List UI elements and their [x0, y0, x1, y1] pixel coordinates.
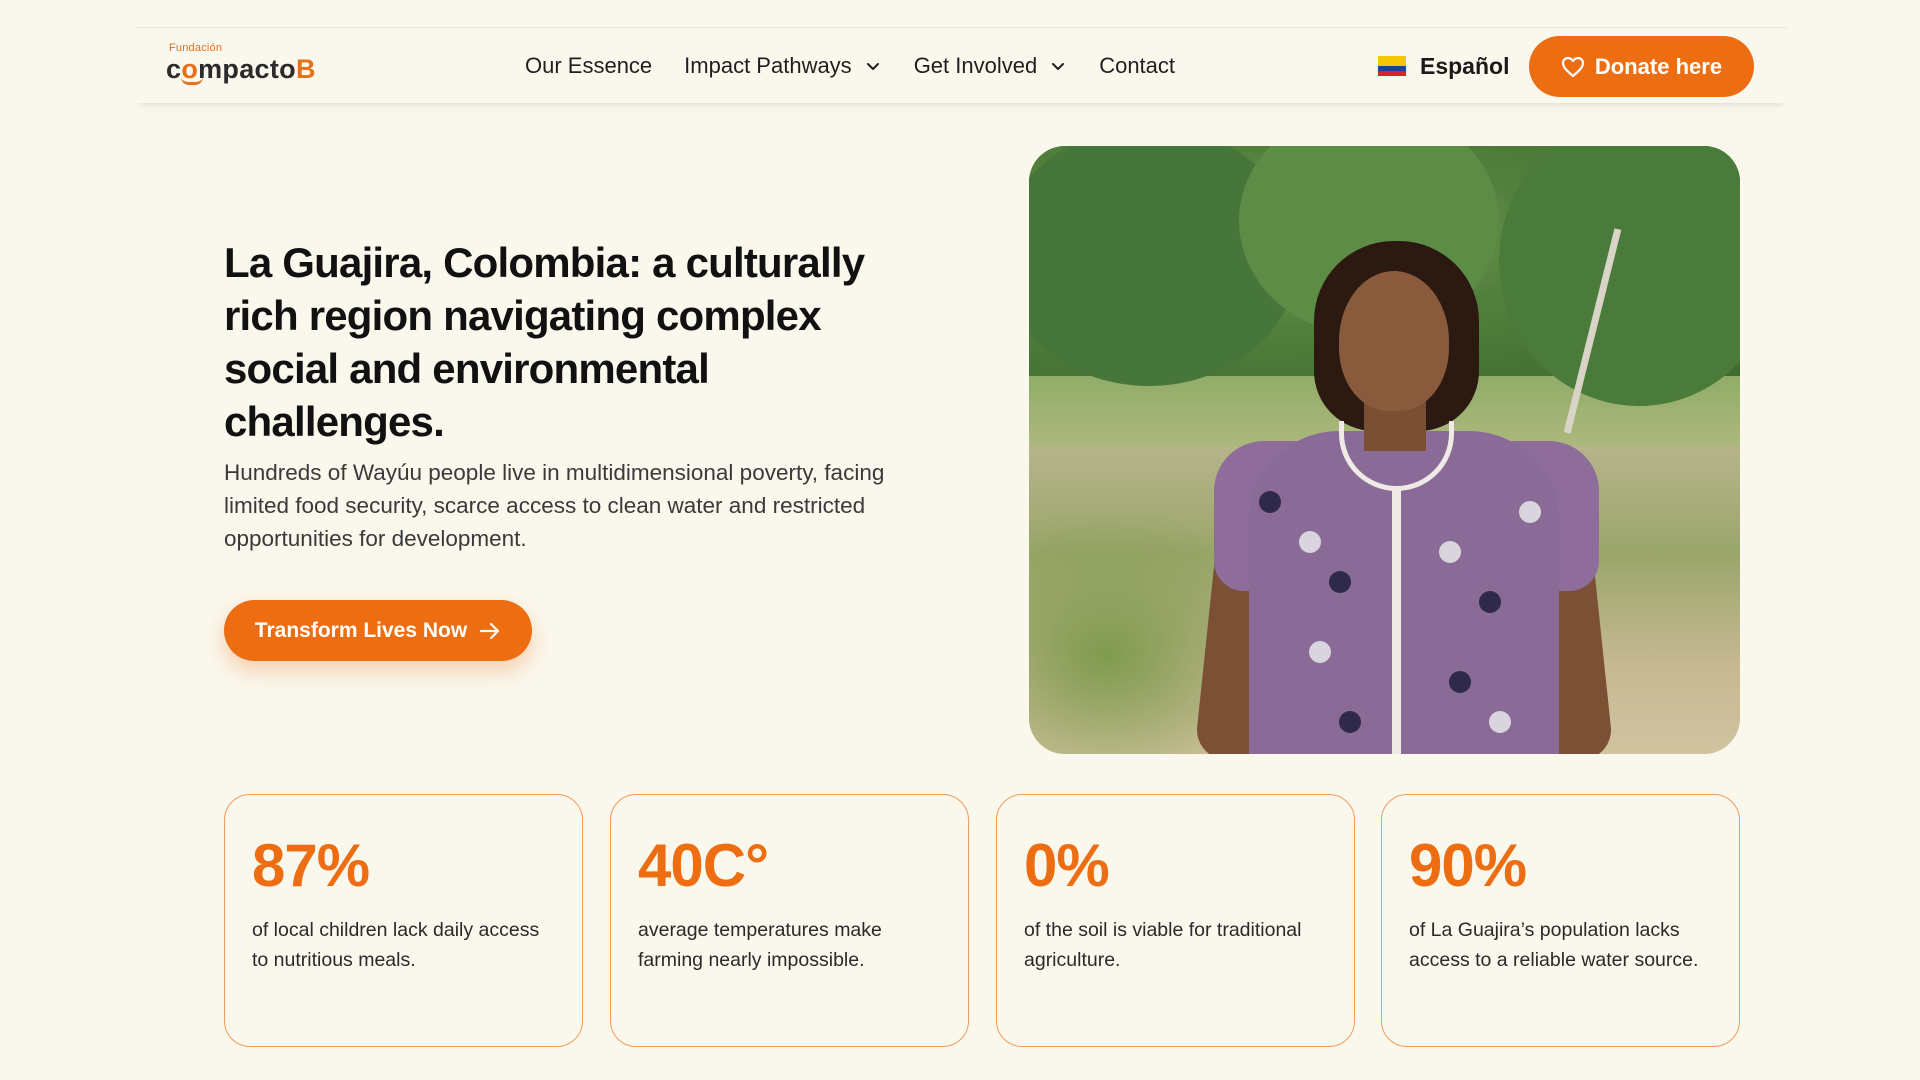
donate-label: Donate here — [1594, 53, 1723, 79]
nav-get-involved[interactable]: Get Involved — [914, 53, 1068, 79]
main-nav: Our Essence Impact Pathways Get Involved… — [525, 28, 1207, 104]
stat-description: of local children lack daily access to n… — [252, 919, 540, 971]
logo-foundation-label: Fundación — [169, 42, 223, 54]
hero-subtitle: Hundreds of Wayúu people live in multidi… — [224, 460, 885, 551]
arrow-right-icon — [480, 622, 500, 639]
stat-value: 0% — [1024, 832, 1110, 899]
colombia-flag-icon — [1378, 56, 1406, 76]
chevron-down-icon — [866, 63, 879, 70]
donate-button[interactable]: Donate here — [1529, 36, 1754, 97]
hero-title: La Guajira, Colombia: a culturally rich … — [224, 239, 865, 445]
stat-card-water: 90% of La Guajira’s population lacks acc… — [1381, 794, 1740, 1047]
chevron-down-icon — [1052, 63, 1065, 70]
transform-lives-button[interactable]: Transform Lives Now — [224, 600, 532, 661]
stat-description: average temperatures make farming nearly… — [638, 919, 882, 971]
stat-description: of La Guajira’s population lacks access … — [1409, 919, 1699, 971]
page: Fundación compactoB Our Essence Impact P… — [0, 0, 1920, 1080]
woman-portrait — [1189, 241, 1629, 754]
stat-card-children: 87% of local children lack daily access … — [224, 794, 583, 1047]
nav-impact-pathways[interactable]: Impact Pathways — [684, 53, 882, 79]
stat-card-temperature: 40C° average temperatures make farming n… — [610, 794, 969, 1047]
cta-label: Transform Lives Now — [254, 618, 468, 642]
stat-value: 87% — [252, 832, 370, 899]
stat-description: of the soil is viable for traditional ag… — [1024, 919, 1302, 971]
stat-value: 40C° — [638, 832, 769, 899]
language-label: Español — [1420, 52, 1510, 79]
site-header: Fundación compactoB Our Essence Impact P… — [135, 27, 1787, 103]
language-switcher[interactable]: Español — [1378, 48, 1509, 84]
stat-value: 90% — [1409, 832, 1527, 899]
hero-photo — [1029, 146, 1740, 754]
nav-contact[interactable]: Contact — [1099, 53, 1175, 79]
nav-our-essence[interactable]: Our Essence — [525, 53, 652, 79]
heart-icon — [1561, 56, 1585, 77]
logo[interactable]: Fundación compactoB — [166, 42, 336, 92]
stat-card-soil: 0% of the soil is viable for traditional… — [996, 794, 1355, 1047]
